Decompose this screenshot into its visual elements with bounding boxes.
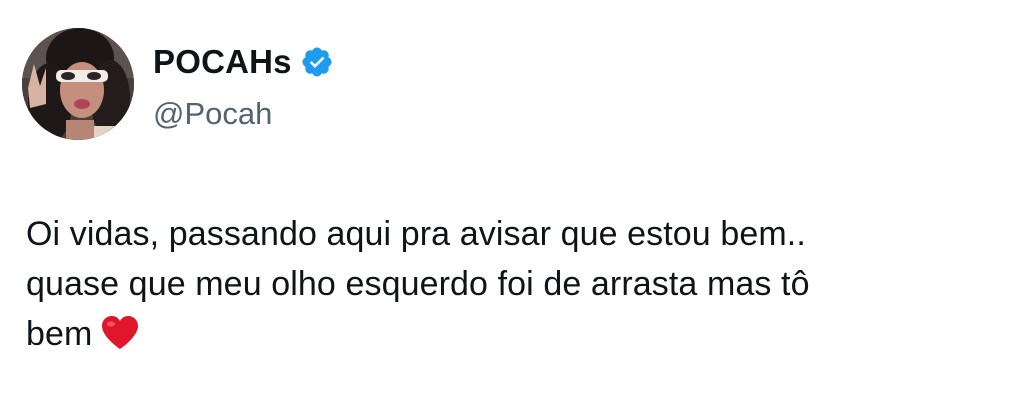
tweet-text-line-2: quase que meu olho esquerdo foi de arras… — [26, 265, 810, 303]
tweet-text-line-3: bem — [26, 315, 93, 353]
heart-icon — [100, 315, 140, 351]
tweet-card: POCAHs @Pocah Oi vidas, passando aqui pr… — [0, 0, 1024, 401]
name-row: POCAHs — [153, 40, 334, 84]
avatar[interactable] — [22, 28, 134, 140]
display-name[interactable]: POCAHs — [153, 42, 292, 82]
tweet-text-line-1: Oi vidas, passando aqui pra avisar que e… — [26, 215, 806, 253]
verified-badge-icon — [300, 45, 334, 79]
tweet-text: Oi vidas, passando aqui pra avisar que e… — [26, 209, 1016, 359]
handle[interactable]: @Pocah — [153, 94, 334, 134]
author-block: POCAHs @Pocah — [153, 40, 334, 134]
profile-photo-icon — [22, 28, 134, 140]
